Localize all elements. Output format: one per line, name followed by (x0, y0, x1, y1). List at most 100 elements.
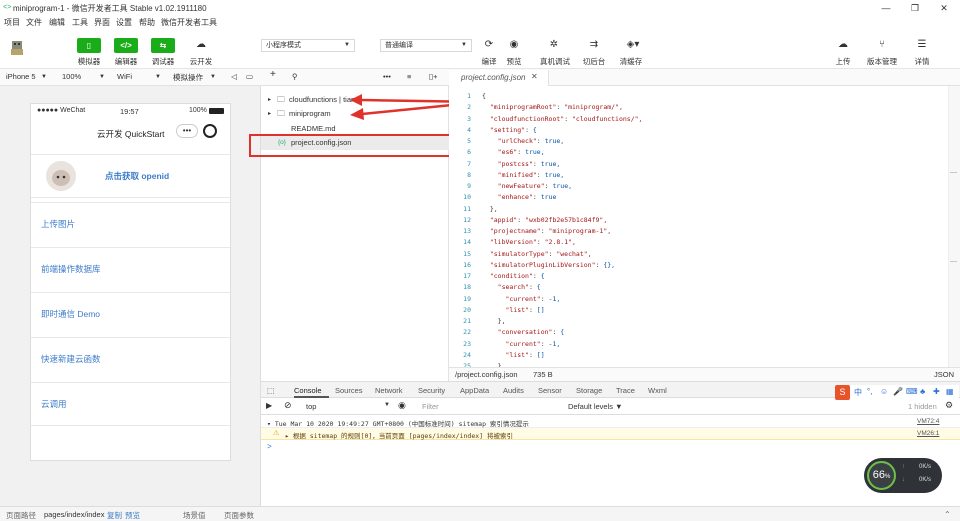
code-line[interactable]: "list": [] (482, 305, 642, 316)
code-line[interactable]: "urlCheck": true, (482, 136, 642, 147)
context-select[interactable]: top (306, 402, 316, 411)
tab-wxml[interactable]: Wxml (648, 386, 667, 395)
preview-link[interactable]: 预览 (125, 510, 140, 521)
menu-file[interactable]: 文件 (26, 17, 42, 28)
code-line[interactable]: "simulatorType": "wechat", (482, 249, 642, 260)
scene-label[interactable]: 场景值 (183, 510, 206, 521)
code-line[interactable]: "libVersion": "2.8.1", (482, 237, 642, 248)
close-icon[interactable]: ✕ (531, 72, 538, 81)
perf-widget[interactable]: 66% ↑ 0K/s ↓ 0K/s (864, 458, 942, 493)
close-button[interactable]: ✕ (934, 2, 954, 14)
menu-settings[interactable]: 设置 (116, 17, 132, 28)
tab-audits[interactable]: Audits (503, 386, 524, 395)
code-line[interactable]: "appid": "wxb02fb2e57b1c84f9", (482, 215, 642, 226)
debugger-button[interactable]: ⇆ (151, 38, 175, 53)
tab-security[interactable]: Security (418, 386, 445, 395)
simulator-button[interactable]: ▯ (77, 38, 101, 53)
tab-sources[interactable]: Sources (335, 386, 363, 395)
code-line[interactable]: "simulatorPluginLibVersion": {}, (482, 260, 642, 271)
tab-trace[interactable]: Trace (616, 386, 635, 395)
split-icon[interactable]: ▯+ (429, 72, 438, 81)
list-item[interactable]: 快速新建云函数 (31, 337, 230, 380)
ime-chinese[interactable]: 中 (854, 387, 862, 398)
capsule-close-icon[interactable] (203, 124, 217, 138)
code-content[interactable]: { "miniprogramRoot": "miniprogram/", "cl… (482, 91, 642, 372)
avatar[interactable] (9, 38, 25, 56)
status-language[interactable]: JSON (934, 370, 954, 379)
code-line[interactable]: "current": -1, (482, 294, 642, 305)
sogou-icon[interactable]: S (835, 385, 850, 400)
sort-icon[interactable]: ≡ (407, 72, 411, 81)
upload-icon[interactable]: ☁ (835, 37, 851, 52)
code-line[interactable]: { (482, 91, 642, 102)
zoom-select[interactable]: 100% (62, 72, 81, 81)
code-line[interactable]: "minified": true, (482, 170, 642, 181)
log-source-link[interactable]: VM26:1 (917, 430, 939, 437)
add-icon[interactable]: + (270, 69, 276, 80)
log-source-link[interactable]: VM72:4 (917, 418, 939, 425)
menu-devtools[interactable]: 微信开发者工具 (161, 17, 217, 28)
code-line[interactable]: "conversation": { (482, 327, 642, 338)
tab-storage[interactable]: Storage (576, 386, 602, 395)
switch-bg-icon[interactable]: ⇉ (586, 37, 602, 52)
get-openid-link[interactable]: 点击获取 openid (105, 170, 169, 182)
openid-row[interactable]: 点击获取 openid (31, 154, 230, 198)
page-params-label[interactable]: 页面参数 (224, 510, 254, 521)
tab-appdata[interactable]: AppData (460, 386, 489, 395)
search-icon[interactable]: ⚲ (292, 72, 298, 81)
sidebar-toggle-icon[interactable]: ▶ (266, 401, 272, 410)
list-item[interactable]: 即时通信 Demo (31, 292, 230, 335)
cloud-icon[interactable]: ☁ (193, 37, 209, 52)
ime-skin-icon[interactable]: ♣ (920, 387, 925, 396)
code-line[interactable]: "es6": true, (482, 147, 642, 158)
code-line[interactable]: "list": [] (482, 350, 642, 361)
eye-icon[interactable]: ◉ (506, 37, 522, 52)
layers-icon[interactable]: ◈▾ (622, 37, 644, 52)
ime-keyboard[interactable]: ⌨ (906, 387, 918, 396)
more-icon[interactable]: ••• (383, 72, 391, 81)
minimize-button[interactable]: — (876, 2, 896, 14)
mode-select[interactable]: 小程序模式 ▼ (261, 39, 355, 52)
filter-input[interactable]: Filter (422, 402, 439, 411)
code-line[interactable]: "condition": { (482, 271, 642, 282)
eye-icon[interactable]: ◉ (398, 400, 406, 411)
tab-network[interactable]: Network (375, 386, 403, 395)
menu-icon[interactable]: ☰ (914, 37, 930, 52)
copy-link[interactable]: 复制 (107, 510, 122, 521)
menu-project[interactable]: 项目 (4, 17, 20, 28)
code-line[interactable]: "search": { (482, 282, 642, 293)
scrollbar[interactable]: — — (948, 86, 960, 367)
menu-edit[interactable]: 编辑 (49, 17, 65, 28)
more-menu-icon[interactable]: ••• (176, 124, 198, 138)
ime-emoji[interactable]: ☺ (880, 387, 888, 396)
code-line[interactable]: "cloudfunctionRoot": "cloudfunctions/", (482, 114, 643, 125)
tab-console[interactable]: Console (294, 386, 322, 395)
code-line[interactable]: "enhance": true (482, 192, 642, 203)
code-editor[interactable]: 1 2 3 4 5 6 7 8 9 10 11 12 13 14 15 16 17 18 19 20 21 22 23 24 2… (449, 86, 960, 370)
chevron-up-icon[interactable]: ⌃ (944, 510, 951, 519)
menu-view[interactable]: 界面 (94, 17, 110, 28)
ime-punct[interactable]: °, (867, 387, 872, 396)
simulate-action[interactable]: 模拟操作 (173, 72, 203, 83)
list-item[interactable]: 云调用 (31, 382, 230, 426)
compile-select[interactable]: 普通编译 ▼ (380, 39, 472, 52)
list-item[interactable]: 上传图片 (31, 202, 230, 245)
code-line[interactable]: "newFeature": true, (482, 181, 642, 192)
device-select[interactable]: iPhone 5 (6, 72, 36, 81)
ime-shirt-icon[interactable]: ✚ (933, 387, 940, 396)
code-line[interactable]: "postcss": true, (482, 159, 642, 170)
version-icon[interactable]: ⑂ (874, 37, 890, 52)
refresh-icon[interactable]: ⟳ (481, 37, 497, 52)
editor-button[interactable]: </> (114, 38, 138, 53)
code-line[interactable]: "projectname": "miniprogram-1", (482, 226, 642, 237)
menu-tools[interactable]: 工具 (72, 17, 88, 28)
editor-tab[interactable]: project.config.json ✕ (449, 70, 549, 86)
code-line[interactable]: "setting": { (482, 125, 642, 136)
code-line[interactable]: "miniprogramRoot": "miniprogram/", (482, 102, 642, 113)
inspect-icon[interactable]: ⬚ (267, 386, 275, 395)
screen-icon[interactable]: ▭ (246, 72, 253, 81)
console-prompt[interactable]: > (267, 442, 272, 451)
code-line[interactable]: }, (482, 204, 642, 215)
network-select[interactable]: WiFi (117, 72, 132, 81)
clear-icon[interactable]: ⊘ (284, 400, 292, 411)
